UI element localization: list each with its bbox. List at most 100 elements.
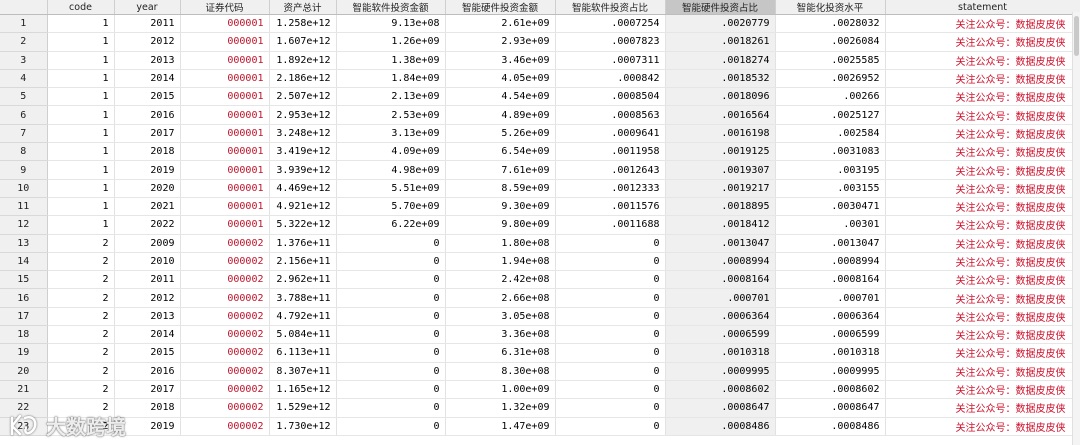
table-cell[interactable]: 关注公众号：数据皮皮侠 (885, 87, 1080, 107)
table-cell[interactable]: .0008602 (775, 380, 886, 400)
table-cell[interactable]: 2018 (114, 398, 181, 418)
row-number[interactable]: 23 (0, 417, 48, 436)
table-cell[interactable]: 000002 (180, 234, 270, 253)
table-cell[interactable]: 2.156e+11 (269, 252, 337, 272)
table-cell[interactable]: 9.30e+09 (445, 197, 556, 217)
table-cell[interactable]: 2.953e+12 (269, 105, 337, 125)
table-cell[interactable]: .0006599 (775, 325, 886, 345)
table-cell[interactable]: .0025127 (775, 105, 886, 125)
table-cell[interactable]: 000001 (180, 197, 270, 217)
table-row[interactable]: 21 2 2017 000002 1.165e+12 0 1.00e+09 0.0008602… (0, 380, 1080, 400)
table-cell[interactable]: 5.26e+09 (445, 124, 556, 144)
table-cell[interactable]: 2017 (114, 380, 181, 400)
table-cell[interactable]: .0007823 (555, 32, 666, 52)
table-cell[interactable]: 000002 (180, 325, 270, 345)
table-cell[interactable]: .0011958 (555, 142, 666, 162)
table-cell[interactable]: 5.322e+12 (269, 215, 337, 235)
table-cell[interactable]: 0 (336, 252, 446, 272)
table-cell[interactable]: 2 (47, 362, 115, 381)
table-cell[interactable]: 0 (555, 307, 666, 327)
table-cell[interactable]: 2 (47, 307, 115, 327)
table-cell[interactable]: 3.13e+09 (336, 124, 446, 144)
table-cell[interactable]: 0 (555, 362, 666, 381)
table-cell[interactable]: 1.32e+09 (445, 398, 556, 418)
table-cell[interactable]: 1.730e+12 (269, 417, 337, 436)
table-cell[interactable]: 2020 (114, 179, 181, 198)
table-cell[interactable]: 0 (336, 307, 446, 327)
table-row[interactable]: 11 1 2021 000001 4.921e+12 5.70e+09 9.30e+09.0… (0, 197, 1080, 217)
table-cell[interactable]: .00301 (775, 215, 886, 235)
table-cell[interactable]: 1 (47, 105, 115, 125)
table-row[interactable]: 13 2 2009 000002 1.376e+11 0 1.80e+08 0.0013047… (0, 234, 1080, 253)
table-cell[interactable]: 2.13e+09 (336, 87, 446, 107)
table-cell[interactable]: 1.258e+12 (269, 14, 337, 34)
table-cell[interactable]: .0019307 (665, 160, 776, 180)
table-cell[interactable]: 5.084e+11 (269, 325, 337, 345)
table-cell[interactable]: .0018532 (665, 69, 776, 89)
row-number[interactable]: 12 (0, 215, 48, 235)
table-row[interactable]: 3 1 2013 000001 1.892e+12 1.38e+09 3.46e+09.00… (0, 51, 1080, 70)
table-cell[interactable]: 2012 (114, 288, 181, 308)
table-cell[interactable]: 1 (47, 215, 115, 235)
table-cell[interactable]: 0 (555, 234, 666, 253)
row-number-corner[interactable] (0, 0, 48, 15)
table-row[interactable]: 6 1 2016 000001 2.953e+12 2.53e+09 4.89e+09.00… (0, 105, 1080, 125)
vertical-scrollbar[interactable] (1072, 12, 1080, 445)
table-cell[interactable]: .0008486 (775, 417, 886, 436)
table-cell[interactable]: 关注公众号：数据皮皮侠 (885, 32, 1080, 52)
table-cell[interactable]: 7.61e+09 (445, 160, 556, 180)
table-cell[interactable]: .0018412 (665, 215, 776, 235)
table-cell[interactable]: .0026952 (775, 69, 886, 89)
table-cell[interactable]: 0 (555, 325, 666, 345)
table-cell[interactable]: 2013 (114, 307, 181, 327)
table-cell[interactable]: 关注公众号：数据皮皮侠 (885, 142, 1080, 162)
scrollbar-thumb[interactable] (1074, 16, 1079, 56)
table-cell[interactable]: 关注公众号：数据皮皮侠 (885, 215, 1080, 235)
table-cell[interactable]: 1.80e+08 (445, 234, 556, 253)
table-cell[interactable]: 1.47e+09 (445, 417, 556, 436)
table-row[interactable]: 12 1 2022 000001 5.322e+12 6.22e+09 9.80e+09.0… (0, 215, 1080, 235)
table-cell[interactable]: 2 (47, 234, 115, 253)
table-cell[interactable]: 000002 (180, 362, 270, 381)
table-cell[interactable]: 2014 (114, 69, 181, 89)
table-cell[interactable]: 1 (47, 69, 115, 89)
table-row[interactable]: 9 1 2019 000001 3.939e+12 4.98e+09 7.61e+09.00… (0, 160, 1080, 180)
table-cell[interactable]: 5.51e+09 (336, 179, 446, 198)
table-cell[interactable]: 关注公众号：数据皮皮侠 (885, 398, 1080, 418)
table-cell[interactable]: 1 (47, 14, 115, 34)
table-cell[interactable]: 6.31e+08 (445, 343, 556, 363)
row-number[interactable]: 10 (0, 179, 48, 198)
table-row[interactable]: 5 1 2015 000001 2.507e+12 2.13e+09 4.54e+09.00… (0, 87, 1080, 107)
table-cell[interactable]: 8.30e+08 (445, 362, 556, 381)
table-cell[interactable]: .0031083 (775, 142, 886, 162)
table-cell[interactable]: 2016 (114, 362, 181, 381)
column-header[interactable]: 智能硬件投资金额 (445, 0, 556, 15)
table-cell[interactable]: 1 (47, 124, 115, 144)
table-cell[interactable]: 关注公众号：数据皮皮侠 (885, 270, 1080, 290)
table-row[interactable]: 2 1 2012 000001 1.607e+12 1.26e+09 2.93e+09.00… (0, 32, 1080, 52)
table-cell[interactable]: 1 (47, 51, 115, 70)
table-cell[interactable]: .0010318 (665, 343, 776, 363)
table-row[interactable]: 23 2 2019 000002 1.730e+12 0 1.47e+09 0.0008486… (0, 417, 1080, 436)
column-header[interactable]: code (47, 0, 115, 15)
table-cell[interactable]: 4.09e+09 (336, 142, 446, 162)
table-cell[interactable]: .0008647 (775, 398, 886, 418)
row-number[interactable]: 14 (0, 252, 48, 272)
table-row[interactable]: 22 2 2018 000002 1.529e+12 0 1.32e+09 0.0008647… (0, 398, 1080, 418)
table-cell[interactable]: .0009995 (665, 362, 776, 381)
table-cell[interactable]: 2.507e+12 (269, 87, 337, 107)
table-cell[interactable]: 2 (47, 288, 115, 308)
table-cell[interactable]: 000001 (180, 124, 270, 144)
table-row[interactable]: 18 2 2014 000002 5.084e+11 0 3.36e+08 0.0006599… (0, 325, 1080, 345)
table-row[interactable]: 20 2 2016 000002 8.307e+11 0 8.30e+08 0.0009995… (0, 362, 1080, 381)
table-cell[interactable]: .0030471 (775, 197, 886, 217)
table-cell[interactable]: 2017 (114, 124, 181, 144)
table-cell[interactable]: 关注公众号：数据皮皮侠 (885, 179, 1080, 198)
table-cell[interactable]: 1 (47, 160, 115, 180)
table-cell[interactable]: .0008164 (775, 270, 886, 290)
table-cell[interactable]: 2.93e+09 (445, 32, 556, 52)
table-cell[interactable]: 000001 (180, 215, 270, 235)
table-cell[interactable]: 关注公众号：数据皮皮侠 (885, 14, 1080, 34)
row-number[interactable]: 21 (0, 380, 48, 400)
table-row[interactable]: 17 2 2013 000002 4.792e+11 0 3.05e+08 0.0006364… (0, 307, 1080, 327)
